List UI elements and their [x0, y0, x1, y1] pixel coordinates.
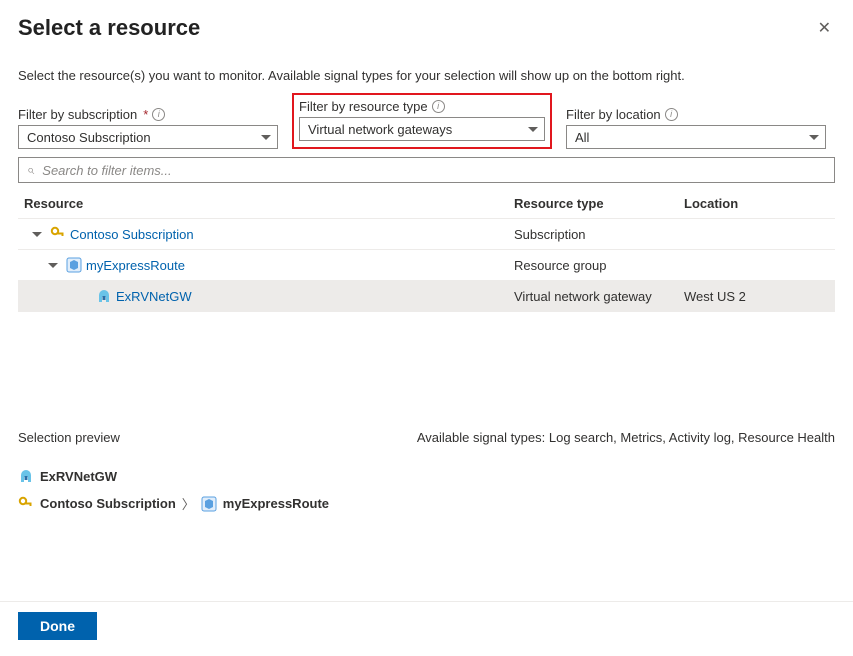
- col-type: Resource type: [514, 196, 684, 211]
- cube-icon: [66, 257, 82, 273]
- cube-icon: [201, 496, 217, 512]
- page-subtitle: Select the resource(s) you want to monit…: [18, 68, 835, 83]
- expand-icon[interactable]: [48, 263, 58, 268]
- expand-icon[interactable]: [32, 232, 42, 237]
- info-icon[interactable]: i: [152, 108, 165, 121]
- filter-location-label: Filter by location i: [566, 107, 826, 122]
- info-icon[interactable]: i: [432, 100, 445, 113]
- resource-name[interactable]: ExRVNetGW: [116, 289, 192, 304]
- resource-name[interactable]: myExpressRoute: [86, 258, 185, 273]
- breadcrumb-item: myExpressRoute: [223, 496, 329, 511]
- resource-type: Subscription: [514, 227, 684, 242]
- filter-subscription-label: Filter by subscription* i: [18, 107, 278, 122]
- gateway-icon: [18, 468, 34, 484]
- table-row[interactable]: myExpressRoute Resource group: [18, 250, 835, 281]
- filter-location-select[interactable]: All: [566, 125, 826, 149]
- resource-type: Virtual network gateway: [514, 289, 684, 304]
- filter-resource-type-select[interactable]: Virtual network gateways: [299, 117, 545, 141]
- gateway-icon: [96, 288, 112, 304]
- available-signal-types: Available signal types: Log search, Metr…: [417, 430, 835, 445]
- filter-resource-type-label: Filter by resource type i: [299, 99, 545, 114]
- resource-name[interactable]: Contoso Subscription: [70, 227, 194, 242]
- table-header: Resource Resource type Location: [18, 189, 835, 219]
- page-title: Select a resource: [18, 15, 200, 41]
- preview-selected-name: ExRVNetGW: [40, 469, 117, 484]
- key-icon: [18, 496, 34, 512]
- preview-breadcrumb: Contoso Subscription 〉 myExpressRoute: [18, 494, 329, 513]
- chevron-down-icon: [261, 135, 271, 140]
- col-resource: Resource: [24, 196, 514, 211]
- table-row[interactable]: ExRVNetGW Virtual network gateway West U…: [18, 281, 835, 312]
- filter-subscription-select[interactable]: Contoso Subscription: [18, 125, 278, 149]
- info-icon[interactable]: i: [665, 108, 678, 121]
- search-box[interactable]: ⌕: [18, 157, 835, 183]
- resource-table: Resource Resource type Location Contoso …: [18, 189, 835, 312]
- chevron-down-icon: [809, 135, 819, 140]
- close-icon[interactable]: ✕: [814, 14, 835, 42]
- search-input[interactable]: [40, 162, 826, 179]
- done-button[interactable]: Done: [18, 612, 97, 640]
- chevron-down-icon: [528, 127, 538, 132]
- filter-resource-type-highlight: Filter by resource type i Virtual networ…: [292, 93, 552, 149]
- search-icon: ⌕: [27, 162, 34, 178]
- table-row[interactable]: Contoso Subscription Subscription: [18, 219, 835, 250]
- breadcrumb-item: Contoso Subscription: [40, 496, 176, 511]
- resource-type: Resource group: [514, 258, 684, 273]
- col-location: Location: [684, 196, 829, 211]
- chevron-right-icon: 〉: [182, 494, 195, 513]
- key-icon: [50, 226, 66, 242]
- resource-location: West US 2: [684, 289, 829, 304]
- selection-preview-title: Selection preview: [18, 430, 120, 445]
